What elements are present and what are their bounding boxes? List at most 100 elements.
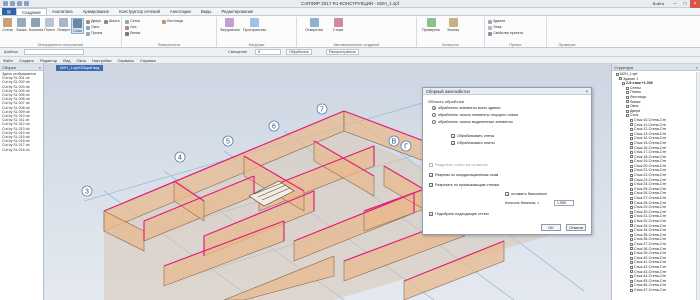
checkbox-icon[interactable] — [630, 150, 633, 154]
axis-button[interactable]: Ось — [125, 25, 136, 30]
beam-button[interactable]: Балка — [15, 18, 28, 32]
checkbox-icon[interactable] — [630, 228, 633, 232]
check-button[interactable]: Проверить — [421, 18, 441, 32]
list-item[interactable]: Cut by SL 018 ob — [2, 148, 43, 152]
menu-help[interactable]: Справка — [140, 58, 156, 63]
radio-whole-building[interactable]: обработать элементы всего здания — [432, 106, 500, 110]
aperture-button[interactable]: Проем — [86, 31, 102, 36]
checkbox-icon[interactable] — [630, 279, 633, 283]
expand-icon[interactable] — [622, 81, 625, 85]
checkbox-icon[interactable] — [630, 247, 633, 251]
close-icon[interactable]: × — [690, 0, 700, 8]
cancel-button[interactable]: Отмена — [566, 224, 586, 231]
checkbox-icon[interactable] — [630, 251, 633, 255]
checkbox-icon[interactable] — [630, 201, 633, 205]
checkbox-icon[interactable] — [630, 169, 633, 173]
checkbox-icon[interactable] — [630, 164, 633, 168]
checkbox-icon[interactable] — [630, 288, 633, 292]
shaft-button[interactable]: Шахта — [104, 19, 120, 24]
close-icon[interactable]: × — [586, 88, 588, 95]
expand-icon[interactable] — [626, 109, 629, 113]
expand-icon[interactable] — [626, 114, 629, 118]
checkbox-icon[interactable] — [630, 196, 633, 200]
checkbox-icon[interactable] — [630, 141, 633, 145]
checkbox-icon[interactable] — [630, 187, 633, 191]
tab-reinforcement[interactable]: Армирование — [78, 8, 115, 15]
checkbox-icon[interactable] — [630, 265, 633, 269]
check-keep-balcony[interactable]: ✓ оставить балконные — [505, 192, 547, 197]
checkbox-icon[interactable] — [630, 155, 633, 159]
floor-button[interactable]: Этаж — [488, 25, 502, 30]
checkbox-icon[interactable] — [630, 256, 633, 260]
expand-icon[interactable] — [616, 72, 619, 76]
expand-icon[interactable] — [626, 91, 629, 95]
column-button[interactable]: Колонна — [29, 18, 43, 32]
window-button[interactable]: Окно — [86, 25, 99, 30]
menu-settings[interactable]: Настройки — [92, 58, 112, 63]
check-coordination-axes[interactable]: ✓ Разрезы по координационным осям — [429, 173, 498, 178]
sketches-button[interactable]: Эскизы — [445, 18, 461, 32]
menu-view[interactable]: Вид — [63, 58, 70, 63]
tab-create[interactable]: Создание — [15, 8, 47, 15]
tab-views[interactable]: Виды — [196, 8, 217, 15]
checkbox-icon[interactable] — [630, 284, 633, 288]
loads-button[interactable]: Загружения — [220, 18, 240, 32]
check-process-slabs[interactable]: ✓ Обрабатывать плиты — [451, 141, 495, 146]
radio-selected-elements[interactable]: обработать только выделенные элементы — [432, 120, 513, 124]
tab-annotations[interactable]: Аннотации — [165, 8, 196, 15]
tab-file-menu[interactable]: ▤ — [2, 8, 16, 15]
maximize-icon[interactable]: □ — [680, 0, 690, 8]
menu-editor[interactable]: Редактор — [40, 58, 57, 63]
expand-icon[interactable] — [619, 77, 622, 81]
check-cut-adjacent-walls[interactable]: ✓ Разрезать по примыкающим стенам — [429, 183, 499, 188]
expand-icon[interactable] — [626, 95, 629, 99]
space-button[interactable]: Пространство — [243, 18, 266, 32]
door-button[interactable]: Дверь — [86, 19, 101, 24]
menu-file[interactable]: Файл — [3, 58, 13, 63]
checkbox-icon[interactable] — [630, 210, 633, 214]
grid-button[interactable]: Сетка — [125, 19, 140, 24]
offset-input[interactable]: 0 — [255, 49, 281, 55]
tree-scrollbar[interactable] — [696, 72, 700, 300]
expand-icon[interactable] — [626, 104, 629, 108]
checkbox-icon[interactable] — [630, 123, 633, 127]
checkbox-icon[interactable] — [630, 274, 633, 278]
checkbox-icon[interactable] — [630, 224, 633, 228]
checkbox-icon[interactable] — [630, 192, 633, 196]
minimize-icon[interactable]: – — [670, 0, 680, 8]
tab-analytics[interactable]: Аналитика — [47, 8, 78, 15]
balcony-cantilever-input[interactable]: 1.950 — [554, 200, 574, 206]
check-pick-walls[interactable]: ✓ Подобрать подходящие стены — [429, 212, 489, 217]
menu-services[interactable]: Сервисы — [117, 58, 134, 63]
tree-item[interactable]: Стык 47-Стена-Сте — [614, 288, 700, 293]
tab-section-designer[interactable]: Конструктор сечений — [114, 8, 165, 15]
slab-button[interactable]: Плита — [43, 18, 56, 32]
stair-button[interactable]: Лестница — [162, 19, 183, 24]
checkbox-icon[interactable] — [630, 132, 633, 136]
checkbox-icon[interactable] — [630, 215, 633, 219]
checkbox-icon[interactable] — [630, 173, 633, 177]
project-properties-button[interactable]: Свойства проекта — [488, 31, 523, 36]
joints-button[interactable]: Стыки — [329, 18, 347, 32]
template-select[interactable] — [24, 49, 84, 55]
distribute-button[interactable]: Распространить — [326, 49, 359, 55]
check-split-walls[interactable]: Разделить стены на сегменты — [429, 163, 488, 167]
ok-button[interactable]: OK — [541, 224, 561, 231]
check-process-walls[interactable]: ✓ Обрабатывать стены — [451, 134, 494, 139]
checkbox-icon[interactable] — [630, 219, 633, 223]
joint-button[interactable]: Стык — [71, 18, 84, 34]
checkbox-icon[interactable] — [630, 261, 633, 265]
checkbox-icon[interactable] — [630, 270, 633, 274]
checkbox-icon[interactable] — [630, 127, 633, 131]
building-button[interactable]: Здание — [488, 19, 505, 24]
opening-button[interactable]: Отверстие — [57, 18, 75, 32]
radio-current-floor[interactable]: обработать только элементы текущего этаж… — [432, 113, 518, 117]
checkbox-icon[interactable] — [630, 183, 633, 187]
checkbox-icon[interactable] — [630, 206, 633, 210]
tab-edit[interactable]: Редактирование — [216, 8, 258, 15]
close-icon[interactable]: × — [39, 64, 41, 71]
process-button[interactable]: Обработать — [286, 49, 312, 55]
login-link[interactable]: Войти — [653, 1, 664, 6]
checkbox-icon[interactable] — [630, 146, 633, 150]
checkbox-icon[interactable] — [630, 118, 633, 122]
